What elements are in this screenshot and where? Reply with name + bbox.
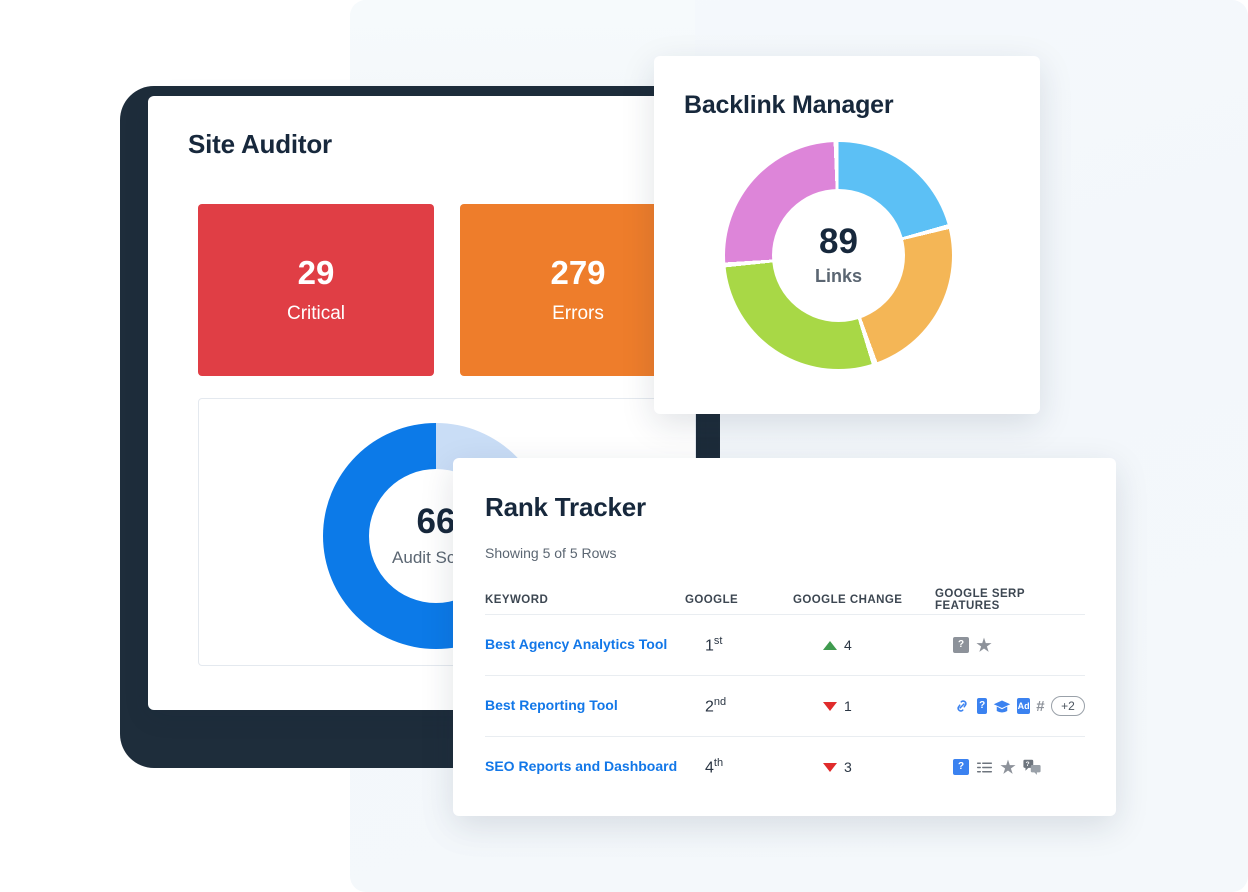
metric-tile-critical[interactable]: 29 Critical [198,204,434,376]
cell-keyword: SEO Reports and Dashboard [485,758,685,776]
table-row[interactable]: SEO Reports and Dashboard 4th 3 ? ★ ? [485,736,1085,797]
cell-keyword: Best Reporting Tool [485,697,685,715]
rank-suffix: th [713,756,724,769]
keyword-link[interactable]: SEO Reports and Dashboard [485,758,677,774]
backlink-total-label: Links [814,266,862,286]
sitelink-chain-icon[interactable] [953,697,971,715]
backlink-donut-chart: 89 Links [725,142,952,369]
audit-score-value: 66 [416,502,456,541]
change-value: 4 [844,637,852,653]
backlink-donut-center: 89 Links [772,189,905,322]
rank-value: 4 [705,759,714,777]
cell-serp-features: ? ★ [935,758,1085,776]
rank-suffix: st [713,634,723,647]
triangle-down-icon [823,762,837,772]
triangle-up-icon [823,640,837,650]
featured-snippet-icon[interactable] [975,758,993,776]
cell-serp-features: ? ★ [935,637,1085,654]
change-indicator: 4 [793,637,935,653]
serp-feature-list: ? ★ [935,637,1085,654]
table-row[interactable]: Best Reporting Tool 2nd 1 ? Ad # +2 [485,675,1085,736]
rank-tracker-card: Rank Tracker Showing 5 of 5 Rows KEYWORD… [453,458,1116,816]
screenshot-stage: Site Auditor 29 Critical 279 Errors 66 A… [0,0,1248,892]
column-header-keyword: KEYWORD [485,594,549,606]
rank-value: 2 [705,698,714,716]
rank-tracker-title: Rank Tracker [485,492,646,522]
metric-value: 279 [550,253,606,291]
rank-tracker-table: KEYWORD GOOGLE GOOGLE CHANGE GOOGLE SERP… [485,586,1085,797]
keyword-link[interactable]: Best Agency Analytics Tool [485,636,667,652]
question-box-icon[interactable]: ? [953,759,969,775]
rank-number: 2nd [685,696,726,716]
backlink-total-value: 89 [819,222,858,261]
rank-number: 4th [685,757,723,777]
cell-google-change: 3 [793,759,935,775]
graduation-cap-icon[interactable] [993,697,1011,715]
cell-google-rank: 1st [685,635,793,655]
qa-bubble-icon[interactable]: ? [1023,758,1041,776]
serp-feature-list: ? Ad # +2 [935,696,1085,716]
change-value: 1 [844,698,852,714]
metric-label: Errors [552,302,604,324]
question-box-icon[interactable]: ? [953,637,969,653]
column-header-google: GOOGLE [685,594,739,606]
table-header-row: KEYWORD GOOGLE GOOGLE CHANGE GOOGLE SERP… [485,586,1085,614]
ad-box-icon[interactable]: Ad [1017,698,1030,714]
hash-icon[interactable]: # [1036,698,1045,714]
triangle-down-icon [823,701,837,711]
backlink-manager-title: Backlink Manager [684,91,894,119]
cell-google-change: 4 [793,637,935,653]
site-auditor-title: Site Auditor [188,129,332,159]
column-header-google-serp-features: GOOGLE SERP FEATURES [935,588,1025,612]
star-icon[interactable]: ★ [999,759,1017,776]
change-indicator: 3 [793,759,935,775]
cell-keyword: Best Agency Analytics Tool [485,636,685,654]
backlink-manager-card: Backlink Manager 89 Links [654,56,1040,414]
cell-google-change: 1 [793,698,935,714]
question-box-icon[interactable]: ? [977,698,988,714]
cell-serp-features: ? Ad # +2 [935,696,1085,716]
table-row[interactable]: Best Agency Analytics Tool 1st 4 ? ★ [485,614,1085,675]
more-features-badge[interactable]: +2 [1051,696,1085,716]
rank-number: 1st [685,635,722,655]
change-value: 3 [844,759,852,775]
cell-google-rank: 2nd [685,696,793,716]
rank-tracker-row-count: Showing 5 of 5 Rows [485,545,617,561]
column-header-google-change: GOOGLE CHANGE [793,594,903,606]
star-icon[interactable]: ★ [975,637,993,654]
rank-suffix: nd [713,695,727,708]
keyword-link[interactable]: Best Reporting Tool [485,697,618,713]
cell-google-rank: 4th [685,757,793,777]
svg-text:?: ? [1026,761,1030,768]
metric-value: 29 [297,253,335,291]
serp-feature-list: ? ★ [935,758,1085,776]
metric-label: Critical [286,302,346,324]
rank-value: 1 [705,637,714,655]
change-indicator: 1 [793,698,935,714]
